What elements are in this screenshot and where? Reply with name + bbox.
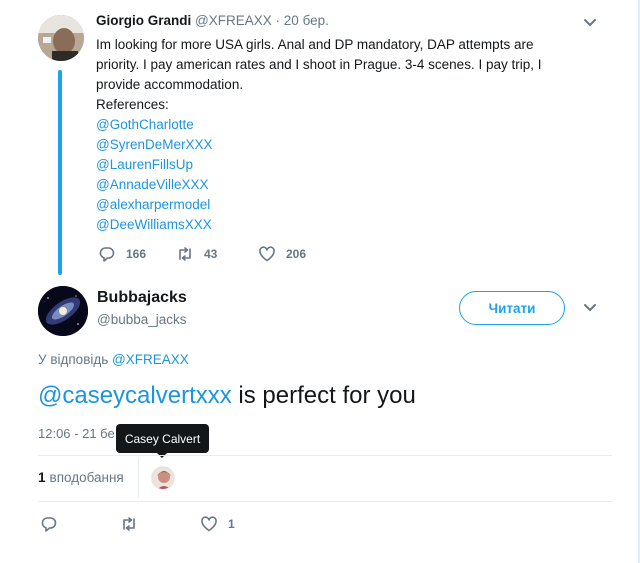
avatar[interactable] — [38, 15, 84, 61]
like-button[interactable]: 1 — [200, 515, 235, 533]
tweet-text-body: is perfect for you — [231, 382, 416, 409]
tweet-text-line: References: — [96, 97, 169, 112]
reply-button[interactable] — [40, 515, 58, 533]
author-handle[interactable]: @XFREAXX — [195, 13, 272, 28]
reply-context: У відповідь @XFREAXX — [38, 352, 189, 367]
mention-link[interactable]: @DeeWilliamsXXX — [96, 215, 566, 235]
reply-to-handle[interactable]: @XFREAXX — [112, 352, 189, 367]
tweet-timestamp[interactable]: 12:06 - 21 бе — [38, 426, 115, 441]
like-button[interactable]: 206 — [258, 245, 306, 263]
retweet-button[interactable] — [120, 515, 138, 533]
chevron-down-icon[interactable] — [583, 18, 597, 28]
reply-icon — [41, 517, 57, 532]
likes-count: 1 — [38, 470, 46, 485]
retweet-button[interactable]: 43 — [176, 245, 217, 263]
like-count: 1 — [228, 517, 235, 531]
like-count: 206 — [286, 247, 307, 261]
mention-link[interactable]: @alexharpermodel — [96, 195, 566, 215]
retweet-icon — [179, 247, 191, 261]
tweet-text: @caseycalvertxxx is perfect for you — [38, 380, 416, 412]
author-name[interactable]: Bubbajacks — [97, 289, 187, 307]
mention-link[interactable]: @GothCharlotte — [96, 115, 566, 135]
likes-stat[interactable]: 1 вподобання — [38, 470, 124, 485]
liker-avatar[interactable] — [151, 466, 175, 490]
heart-icon — [259, 246, 275, 262]
avatar[interactable] — [38, 286, 88, 336]
tooltip: Casey Calvert — [116, 424, 209, 453]
reply-icon — [99, 247, 115, 262]
heart-icon — [201, 516, 217, 532]
author-handle[interactable]: @bubba_jacks — [97, 312, 187, 327]
retweet-icon — [123, 517, 135, 531]
tweet-text-line: priority. I pay american rates and I sho… — [96, 57, 542, 72]
tweet-text: Im looking for more USA girls. Anal and … — [96, 35, 566, 235]
divider — [38, 455, 612, 456]
thread-connector — [58, 70, 62, 275]
parent-tweet[interactable]: Giorgio Grandi @XFREAXX · 20 бер. Im loo… — [0, 0, 620, 280]
tweet-date[interactable]: 20 бер. — [284, 13, 329, 28]
mention-link[interactable]: @AnnadeVilleXXX — [96, 175, 566, 195]
tweet-header: Giorgio Grandi @XFREAXX · 20 бер. — [96, 13, 329, 28]
retweet-count: 43 — [204, 247, 218, 261]
mention-link[interactable]: @SyrenDeMerXXX — [96, 135, 566, 155]
mention-link[interactable]: @LaurenFillsUp — [96, 155, 566, 175]
follow-button[interactable]: Читати — [459, 291, 565, 325]
separator: · — [275, 13, 281, 28]
divider — [38, 501, 612, 502]
divider — [138, 458, 139, 498]
author-name[interactable]: Giorgio Grandi — [96, 13, 191, 28]
chevron-down-icon[interactable] — [583, 303, 597, 313]
reply-to-label: У відповідь — [38, 352, 109, 367]
reply-button[interactable]: 166 — [98, 245, 146, 263]
likes-label: вподобання — [49, 470, 124, 485]
reply-count: 166 — [126, 247, 147, 261]
mention-link[interactable]: @caseycalvertxxx — [38, 382, 232, 409]
tweet-text-line: provide accommodation. — [96, 77, 244, 92]
tweet-text-line: Im looking for more USA girls. Anal and … — [96, 37, 534, 52]
